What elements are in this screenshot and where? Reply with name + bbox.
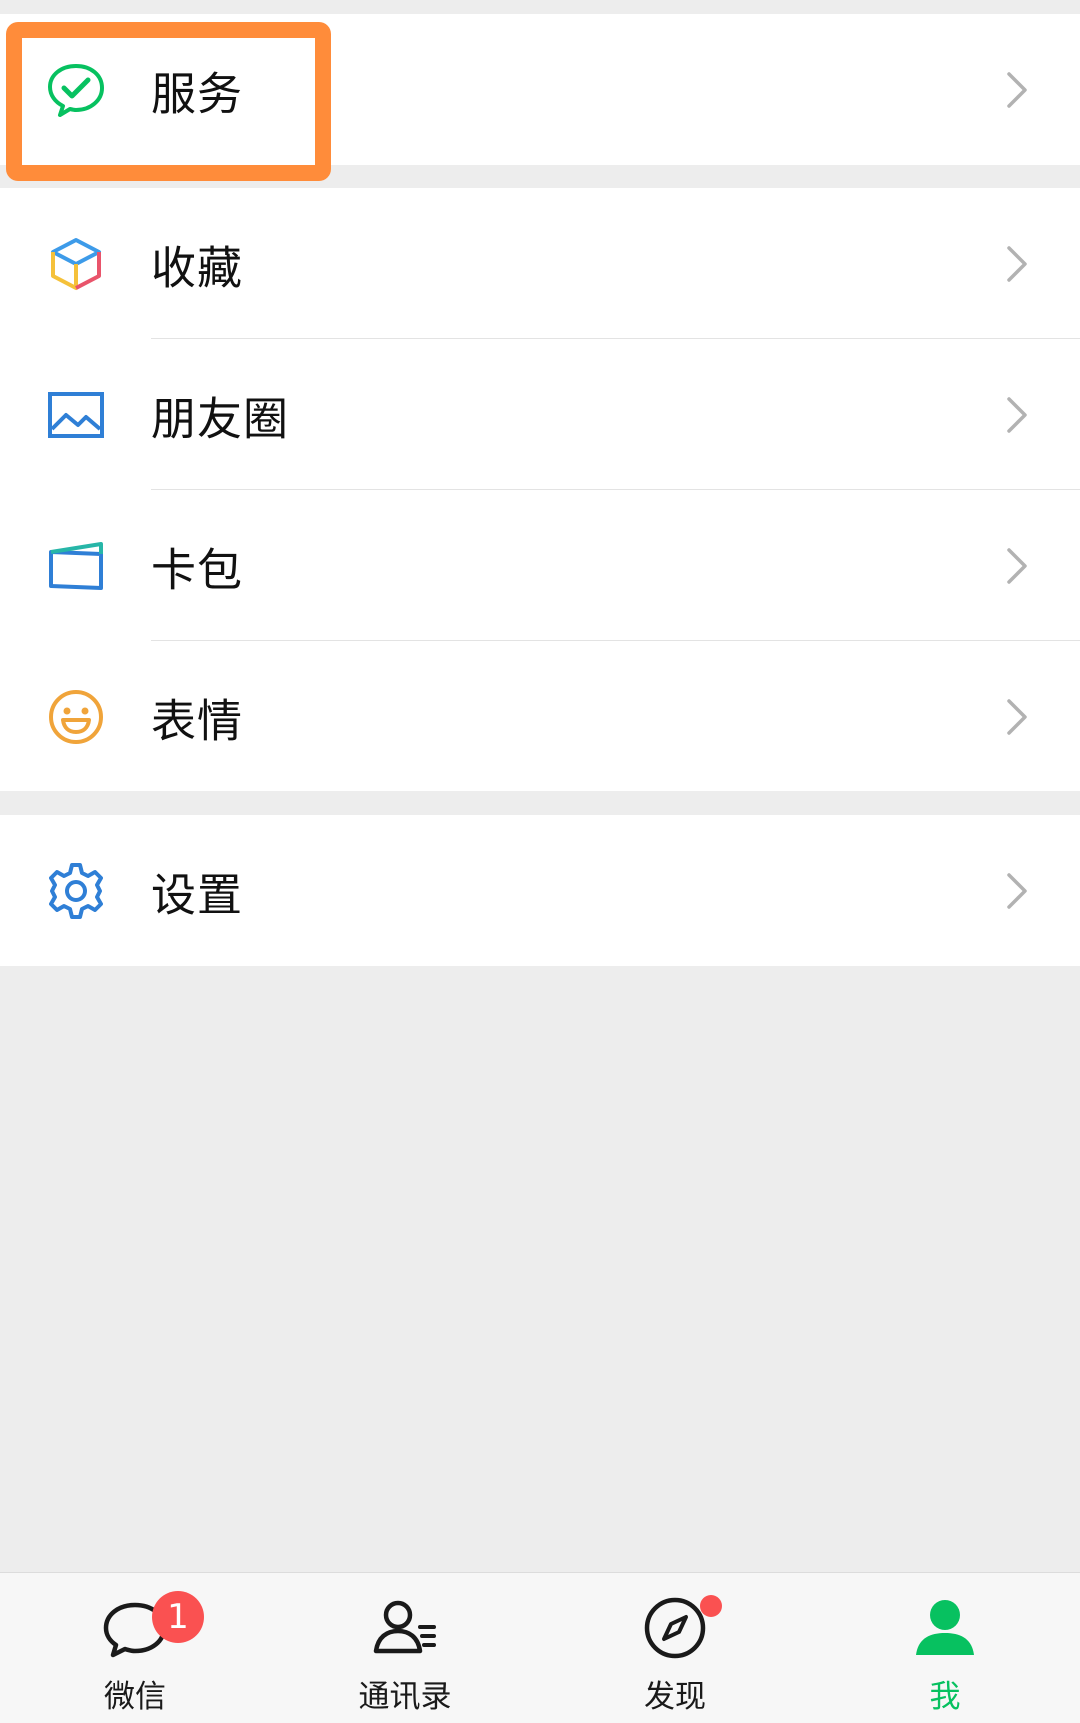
stickers-label: 表情: [151, 694, 244, 747]
settings-row[interactable]: 设置: [0, 815, 1080, 966]
tools-group: 收藏 朋友圈 卡包 表情: [0, 188, 1080, 791]
cube-icon: [46, 234, 106, 294]
chevron-right-icon: [1007, 71, 1027, 108]
highlight-box: [6, 22, 331, 181]
moments-row[interactable]: 朋友圈: [0, 339, 1080, 490]
gear-icon: [46, 861, 106, 921]
tab-discover[interactable]: 发现: [540, 1573, 810, 1723]
stickers-row[interactable]: 表情: [0, 641, 1080, 792]
person-icon: [916, 1600, 974, 1655]
moments-label: 朋友圈: [151, 392, 290, 445]
photo-icon: [46, 385, 106, 445]
tab-chats[interactable]: 1 微信: [0, 1573, 270, 1723]
settings-group: 设置: [0, 815, 1080, 966]
chevron-right-icon: [1007, 245, 1027, 282]
settings-label: 设置: [151, 868, 244, 921]
chevron-right-icon: [1007, 396, 1027, 433]
new-dot: [700, 1595, 722, 1617]
smiley-icon: [46, 687, 106, 747]
favorites-label: 收藏: [151, 241, 244, 294]
cards-row[interactable]: 卡包: [0, 490, 1080, 641]
chevron-right-icon: [1007, 872, 1027, 909]
tab-label: 微信: [104, 1679, 166, 1715]
tab-me[interactable]: 我: [810, 1573, 1080, 1723]
contacts-icon: [373, 1600, 436, 1654]
favorites-row[interactable]: 收藏: [0, 188, 1080, 339]
tab-label: 通讯录: [358, 1679, 452, 1715]
unread-badge: 1: [152, 1591, 204, 1643]
tab-label: 我: [929, 1679, 961, 1715]
tab-contacts[interactable]: 通讯录: [270, 1573, 540, 1723]
chevron-right-icon: [1007, 698, 1027, 735]
tab-bar: 1 微信 通讯录 发现 我: [0, 1572, 1080, 1723]
card-wallet-icon: [46, 536, 106, 596]
tab-label: 发现: [644, 1679, 706, 1715]
cards-label: 卡包: [151, 543, 244, 596]
chevron-right-icon: [1007, 547, 1027, 584]
me-page: 服务 收藏 朋友圈 卡包 表情 设置 1 微信 通讯录 发现 我: [0, 0, 1080, 1723]
